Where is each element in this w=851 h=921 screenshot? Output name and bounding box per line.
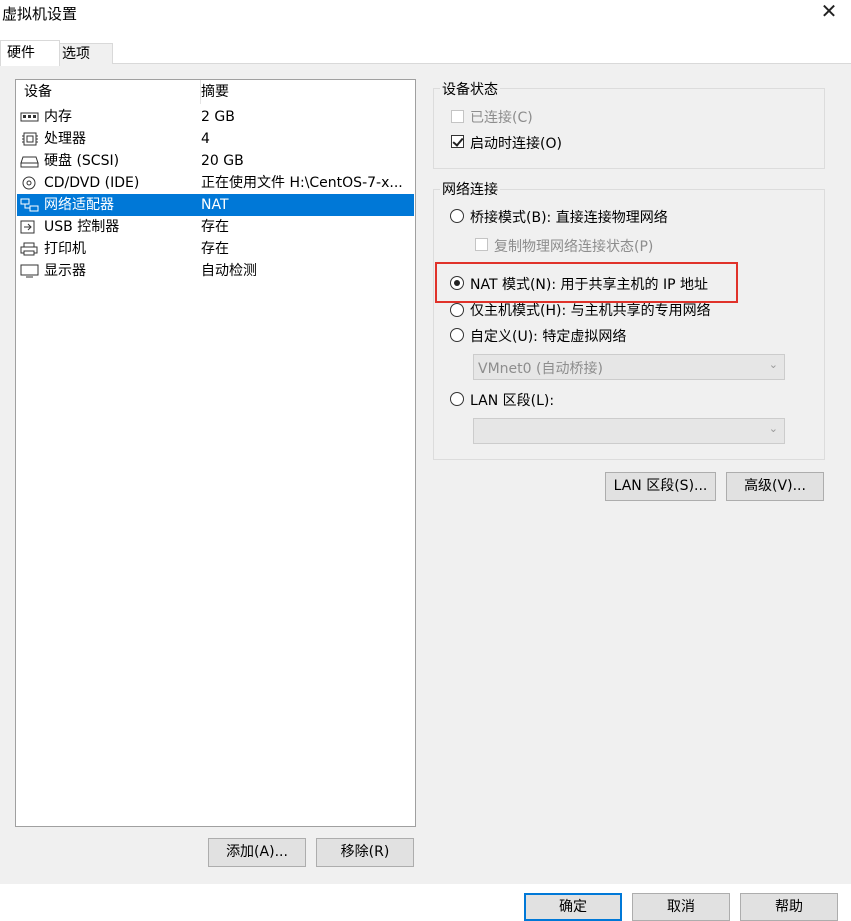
device-row-usb[interactable]: USB 控制器 存在 — [17, 216, 414, 238]
chevron-down-icon: ⌄ — [768, 422, 778, 435]
device-name: 内存 — [44, 109, 72, 125]
nat-highlight-box — [435, 262, 738, 303]
device-summary: 20 GB — [201, 153, 244, 169]
network-connection-legend: 网络连接 — [440, 179, 500, 199]
advanced-button[interactable]: 高级(V)... — [726, 472, 824, 501]
connect-at-power-on-label[interactable]: 启动时连接(O) — [470, 133, 562, 153]
column-header-device[interactable]: 设备 — [16, 80, 201, 104]
device-row-processor[interactable]: 处理器 4 — [17, 128, 414, 150]
window-title: 虚拟机设置 — [2, 5, 78, 23]
device-summary: 存在 — [201, 241, 229, 257]
device-row-network-adapter[interactable]: 网络适配器 NAT — [17, 194, 414, 216]
device-name: 硬盘 (SCSI) — [44, 153, 120, 169]
chevron-down-icon: ⌄ — [768, 358, 778, 371]
custom-radio[interactable] — [450, 328, 464, 342]
custom-network-value: VMnet0 (自动桥接) — [478, 361, 603, 377]
replicate-state-label[interactable]: 复制物理网络连接状态(P) — [494, 236, 653, 256]
cancel-button[interactable]: 取消 — [632, 893, 730, 921]
device-row-printer[interactable]: 打印机 存在 — [17, 238, 414, 260]
device-name: 打印机 — [44, 241, 86, 257]
device-summary: 存在 — [201, 219, 229, 235]
device-row-harddisk[interactable]: 硬盘 (SCSI) 20 GB — [17, 150, 414, 172]
device-name: CD/DVD (IDE) — [44, 175, 140, 191]
help-button[interactable]: 帮助 — [740, 893, 838, 921]
remove-button[interactable]: 移除(R) — [316, 838, 414, 867]
connect-at-power-on-checkbox[interactable] — [451, 135, 464, 148]
bridged-label[interactable]: 桥接模式(B): 直接连接物理网络 — [470, 207, 668, 227]
host-only-radio[interactable] — [450, 303, 464, 317]
lan-segment-radio[interactable] — [450, 392, 464, 406]
bridged-radio[interactable] — [450, 209, 464, 223]
device-name: 处理器 — [44, 131, 86, 147]
printer-icon — [20, 242, 38, 256]
memory-icon — [20, 112, 39, 122]
column-header-summary[interactable]: 摘要 — [201, 80, 401, 104]
device-name: USB 控制器 — [44, 219, 120, 235]
harddisk-icon — [20, 156, 39, 168]
device-row-cd-dvd[interactable]: CD/DVD (IDE) 正在使用文件 H:\CentOS-7-x... — [17, 172, 414, 194]
lan-segment-select[interactable]: ⌄ — [473, 418, 785, 444]
device-list[interactable]: 设备 摘要 内存 2 GB 处理器 4 硬盘 (SCSI) 20 GB CD/D… — [15, 79, 416, 827]
custom-network-select[interactable]: VMnet0 (自动桥接) ⌄ — [473, 354, 785, 380]
close-icon[interactable]: ✕ — [818, 0, 840, 22]
usb-icon — [20, 220, 35, 234]
lan-segments-button[interactable]: LAN 区段(S)... — [605, 472, 716, 501]
tab-options[interactable]: 选项 — [55, 43, 113, 64]
device-status-legend: 设备状态 — [440, 79, 500, 99]
custom-label[interactable]: 自定义(U): 特定虚拟网络 — [470, 326, 626, 346]
device-row-memory[interactable]: 内存 2 GB — [17, 106, 414, 128]
device-status-group — [433, 88, 825, 169]
connected-checkbox[interactable] — [451, 110, 464, 123]
tab-hardware[interactable]: 硬件 — [0, 40, 60, 66]
host-only-label[interactable]: 仅主机模式(H): 与主机共享的专用网络 — [470, 300, 711, 320]
device-row-display[interactable]: 显示器 自动检测 — [17, 260, 414, 282]
device-name: 网络适配器 — [44, 197, 114, 213]
add-button[interactable]: 添加(A)... — [208, 838, 306, 867]
title-bar: 虚拟机设置 ✕ — [0, 0, 851, 30]
ok-button[interactable]: 确定 — [524, 893, 622, 921]
connected-label[interactable]: 已连接(C) — [470, 107, 533, 127]
device-summary: 2 GB — [201, 109, 235, 125]
device-summary: 正在使用文件 H:\CentOS-7-x... — [201, 175, 403, 191]
device-summary: NAT — [201, 197, 229, 213]
device-name: 显示器 — [44, 263, 86, 279]
cpu-icon — [22, 132, 38, 146]
display-icon — [20, 264, 39, 278]
cd-dvd-icon — [22, 176, 36, 190]
network-adapter-icon — [20, 198, 39, 212]
device-summary: 自动检测 — [201, 263, 257, 279]
device-summary: 4 — [201, 131, 210, 147]
replicate-state-checkbox[interactable] — [475, 238, 488, 251]
lan-segment-label[interactable]: LAN 区段(L): — [470, 390, 554, 410]
